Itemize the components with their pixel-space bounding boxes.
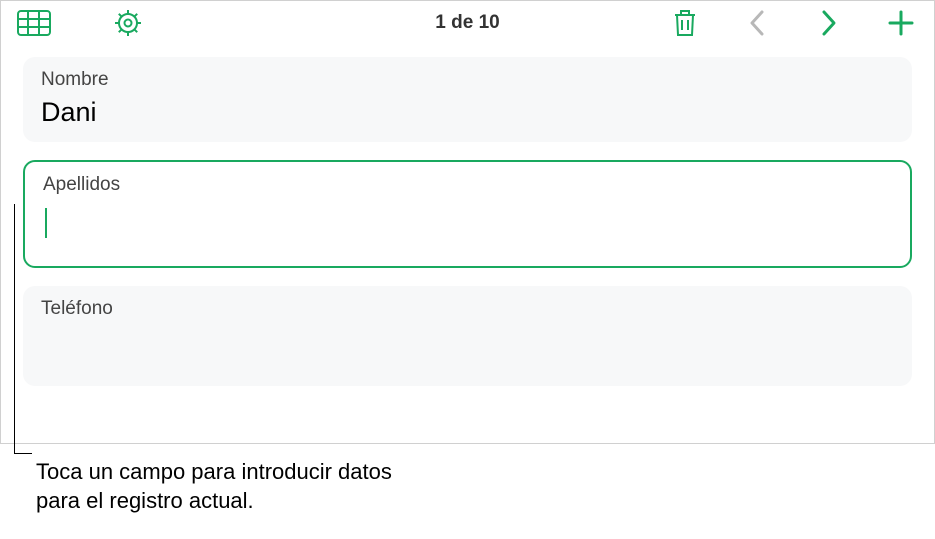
add-record-button[interactable] [884, 6, 918, 40]
field-label-telefono: Teléfono [41, 298, 894, 320]
form-window: 1 de 10 [0, 0, 935, 444]
delete-button[interactable] [668, 6, 702, 40]
field-nombre[interactable]: Nombre Dani [23, 57, 912, 142]
table-view-button[interactable] [17, 6, 51, 40]
next-record-button[interactable] [812, 6, 846, 40]
chevron-right-icon [820, 9, 838, 37]
chevron-left-icon [748, 9, 766, 37]
toolbar-left [17, 6, 145, 40]
callout-line [14, 204, 32, 454]
field-value-nombre: Dani [41, 97, 894, 128]
gear-icon [113, 8, 143, 38]
form-area: Nombre Dani Apellidos Teléfono [1, 45, 934, 443]
text-cursor [45, 208, 47, 238]
previous-record-button[interactable] [740, 6, 774, 40]
toolbar: 1 de 10 [1, 1, 934, 45]
table-icon [17, 10, 51, 36]
caption-text: Toca un campo para introducir datos para… [36, 458, 436, 515]
settings-button[interactable] [111, 6, 145, 40]
plus-icon [887, 9, 915, 37]
trash-icon [672, 8, 698, 38]
record-counter: 1 de 10 [435, 12, 499, 34]
field-apellidos[interactable]: Apellidos [23, 160, 912, 268]
field-label-nombre: Nombre [41, 69, 894, 91]
field-telefono[interactable]: Teléfono [23, 286, 912, 386]
toolbar-right [668, 6, 918, 40]
field-label-apellidos: Apellidos [43, 174, 892, 196]
